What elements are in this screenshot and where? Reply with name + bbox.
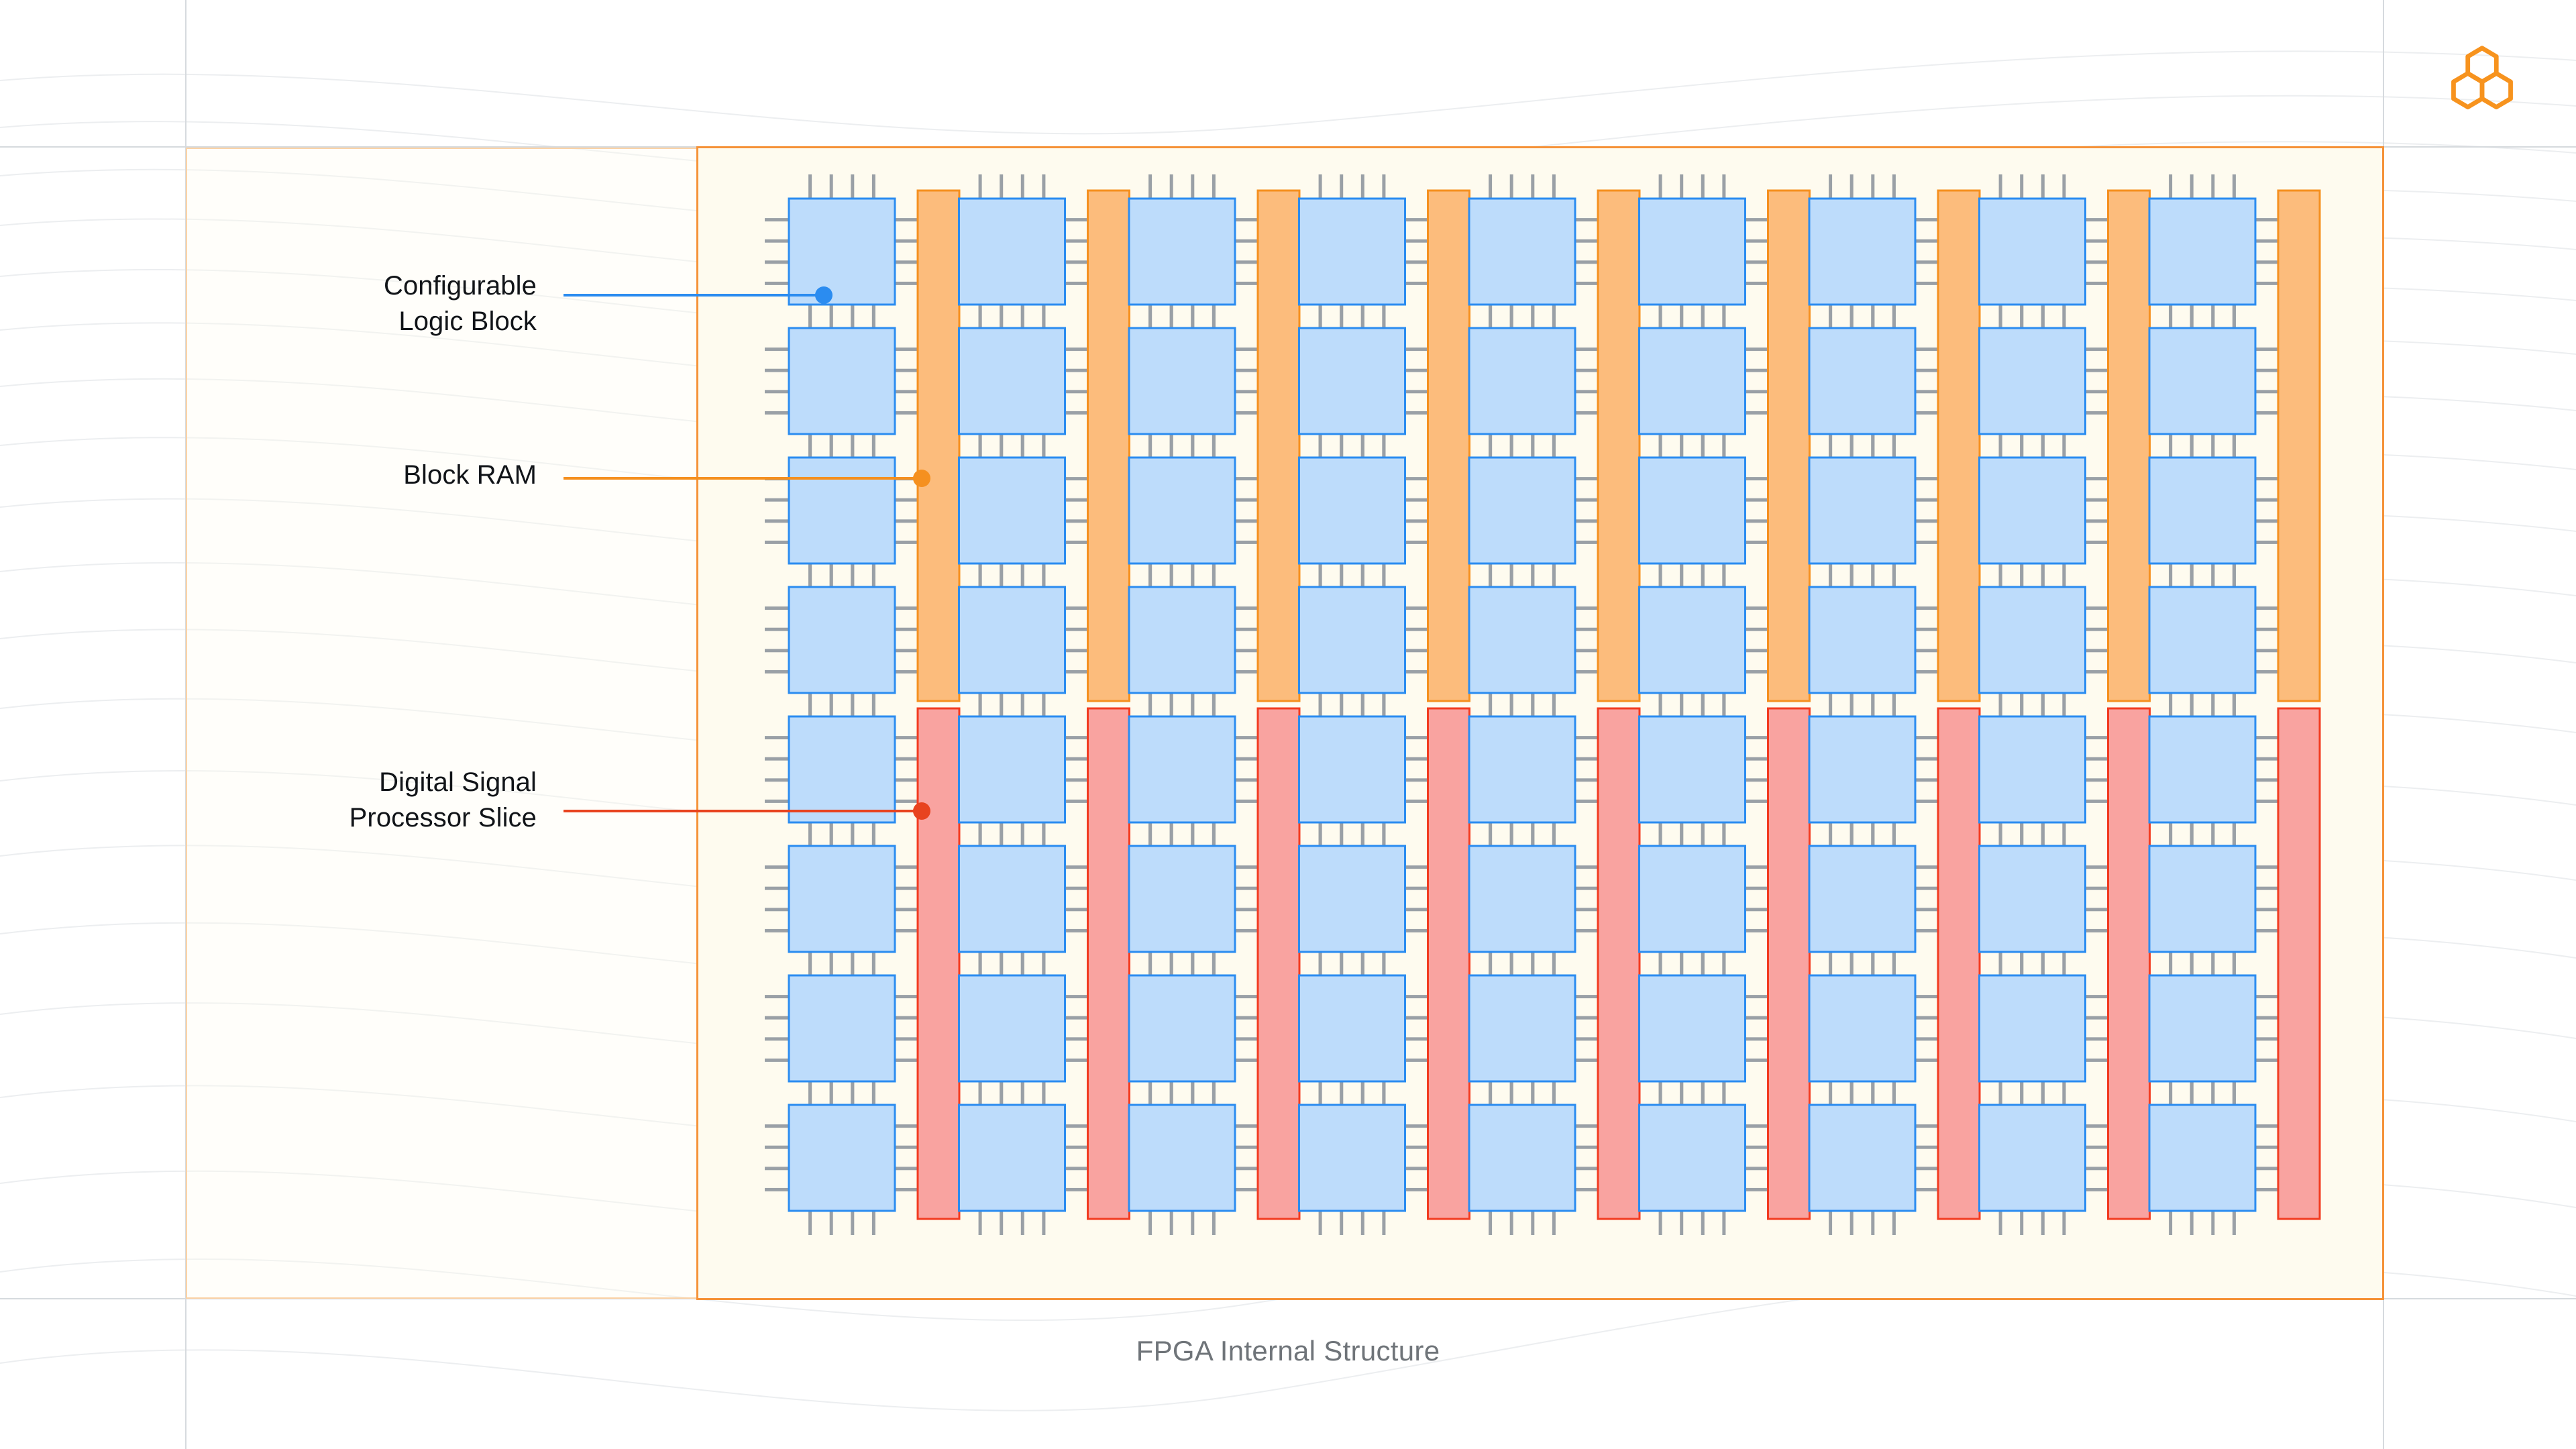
- fpga-diagram-frame: [696, 146, 2384, 1300]
- diagram-canvas: Configurable Logic Block Block RAM Digit…: [0, 0, 2576, 1449]
- diagram-caption: FPGA Internal Structure: [1136, 1335, 1440, 1366]
- annotation-label-bram: Block RAM: [403, 460, 537, 490]
- annotation-label-clb: Configurable Logic Block: [383, 271, 537, 336]
- annotation-label-dsp: Digital Signal Processor Slice: [349, 767, 537, 833]
- three-hexagon-logo: [2451, 46, 2513, 110]
